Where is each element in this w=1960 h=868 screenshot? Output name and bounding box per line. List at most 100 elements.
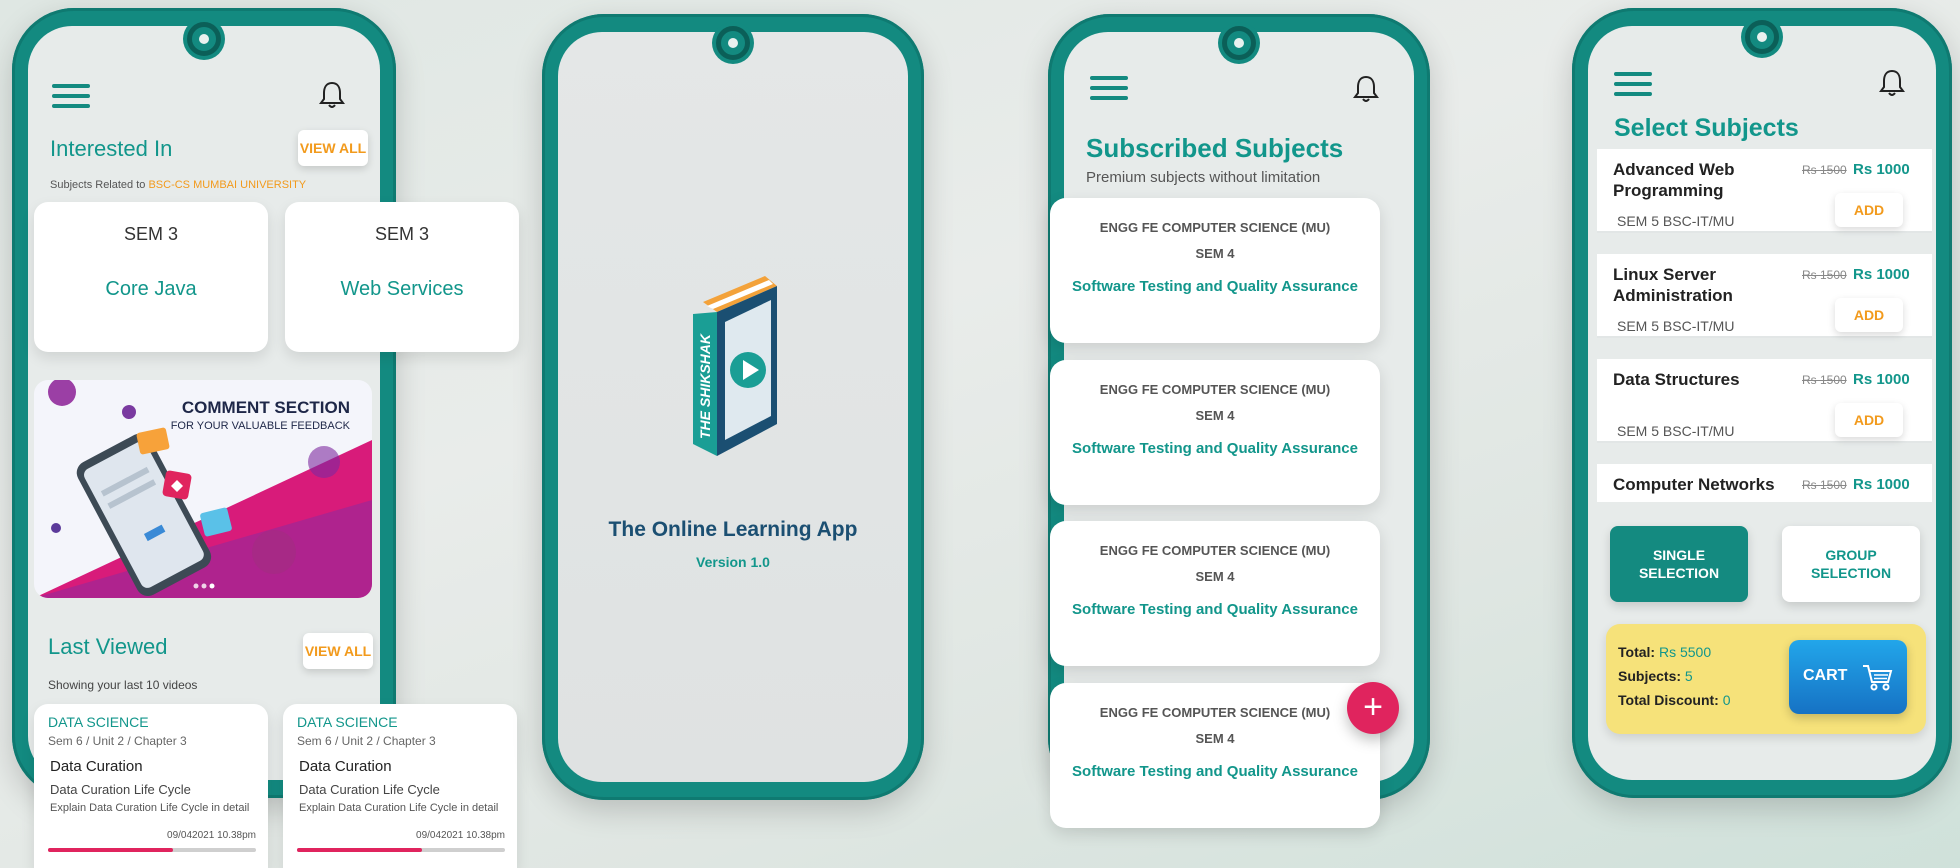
video-subtitle: Data Curation Life Cycle [50, 782, 191, 797]
subject-sem: SEM 5 BSC-IT/MU [1617, 213, 1735, 229]
discount-label: Total Discount: [1618, 692, 1719, 708]
card-subject: Software Testing and Quality Assurance [1072, 278, 1358, 295]
subject-sem: SEM 3 [374, 224, 430, 244]
subject-sem: SEM 5 BSC-IT/MU [1617, 318, 1735, 334]
subjects-line: Subjects: 5 [1618, 668, 1693, 684]
video-category: DATA SCIENCE [297, 714, 398, 730]
subject-row[interactable]: Linux Server Administration Rs 1500 Rs 1… [1597, 254, 1932, 338]
video-progress [297, 848, 505, 852]
discount-line: Total Discount: 0 [1618, 692, 1731, 708]
card-course: ENGG FE COMPUTER SCIENCE (MU) [1099, 705, 1331, 720]
bell-icon[interactable] [1352, 74, 1380, 104]
add-button[interactable]: ADD [1835, 193, 1903, 227]
group-label-line1: GROUP [1825, 547, 1877, 563]
video-path: Sem 6 / Unit 2 / Chapter 3 [297, 734, 436, 748]
group-label-line2: SELECTION [1810, 565, 1892, 581]
card-subject: Software Testing and Quality Assurance [1072, 601, 1358, 618]
menu-icon[interactable] [52, 84, 90, 110]
video-title: Data Curation [299, 758, 392, 775]
subject-name: Data Structures [1613, 370, 1740, 389]
bell-icon[interactable] [318, 80, 346, 110]
card-sem: SEM 4 [1195, 408, 1235, 423]
subscribed-card[interactable]: ENGG FE COMPUTER SCIENCE (MU) SEM 4 Soft… [1050, 683, 1380, 828]
old-price: Rs 1500 [1802, 268, 1847, 282]
single-selection-button[interactable]: SINGLE SELECTION [1610, 526, 1748, 602]
subtitle-prefix: Subjects Related to [50, 179, 149, 191]
cart-icon [1863, 665, 1893, 691]
app-version: Version 1.0 [696, 554, 770, 570]
add-fab[interactable]: + [1347, 682, 1399, 734]
subscribed-card[interactable]: ENGG FE COMPUTER SCIENCE (MU) SEM 4 Soft… [1050, 360, 1380, 505]
subscribed-card[interactable]: ENGG FE COMPUTER SCIENCE (MU) SEM 4 Soft… [1050, 521, 1380, 666]
camera-notch [1222, 26, 1256, 60]
last-viewed-subtitle: Showing your last 10 videos [48, 678, 198, 692]
interested-title: Interested In [50, 136, 173, 161]
app-title: The Online Learning App [608, 518, 858, 541]
total-line: Total: Rs 5500 [1618, 644, 1711, 660]
video-progress-fill [48, 848, 173, 852]
subtitle-text: Subjects Related to BSC-CS MUMBAI UNIVER… [50, 179, 306, 191]
discount-value: 0 [1722, 692, 1731, 708]
cart-button[interactable]: CART [1789, 640, 1907, 714]
video-progress [48, 848, 256, 852]
subject-card[interactable]: SEM 3 Core Java [34, 202, 268, 352]
card-course: ENGG FE COMPUTER SCIENCE (MU) [1099, 543, 1331, 558]
order-summary: Total: Rs 5500 Subjects: 5 Total Discoun… [1606, 624, 1926, 734]
video-category: DATA SCIENCE [48, 714, 149, 730]
subject-name: Computer Networks [1613, 475, 1775, 494]
card-sem: SEM 4 [1195, 246, 1235, 261]
old-price: Rs 1500 [1802, 478, 1847, 492]
menu-icon[interactable] [1090, 76, 1128, 102]
price: Rs 1000 [1853, 476, 1910, 493]
subject-sem: SEM 3 [123, 224, 179, 244]
video-card[interactable]: DATA SCIENCE Sem 6 / Unit 2 / Chapter 3 … [283, 704, 517, 868]
subject-name: Advanced Web Programming [1613, 160, 1735, 200]
subscribed-card[interactable]: ENGG FE COMPUTER SCIENCE (MU) SEM 4 Soft… [1050, 198, 1380, 343]
group-selection-button[interactable]: GROUP SELECTION [1782, 526, 1920, 602]
single-label-line1: SINGLE [1652, 547, 1706, 563]
total-label: Total: [1618, 644, 1656, 660]
video-subtitle: Data Curation Life Cycle [299, 782, 440, 797]
price: Rs 1000 [1853, 161, 1910, 178]
camera-notch [716, 26, 750, 60]
old-price: Rs 1500 [1802, 163, 1847, 177]
comment-banner[interactable]: COMMENT SECTION FOR YOUR VALUABLE FEEDBA… [34, 380, 372, 598]
banner-title: COMMENT SECTION [181, 398, 350, 417]
old-price: Rs 1500 [1802, 373, 1847, 387]
camera-notch [1745, 20, 1779, 54]
splash-screen: THE SHIKSHAK The Online Learning App Ver… [558, 32, 908, 782]
card-subject: Software Testing and Quality Assurance [1072, 763, 1358, 780]
cart-label: CART [1803, 667, 1848, 684]
page-title: Select Subjects [1614, 114, 1799, 142]
subtitle-highlight: BSC-CS MUMBAI UNIVERSITY [148, 179, 307, 191]
video-card[interactable]: DATA SCIENCE Sem 6 / Unit 2 / Chapter 3 … [34, 704, 268, 868]
menu-icon[interactable] [1614, 72, 1652, 98]
bell-icon[interactable] [1878, 68, 1906, 98]
card-subject: Software Testing and Quality Assurance [1072, 440, 1358, 457]
card-sem: SEM 4 [1195, 569, 1235, 584]
subject-row[interactable]: Computer Networks Rs 1500 Rs 1000 [1597, 464, 1932, 502]
last-viewed-title: Last Viewed [48, 634, 168, 659]
video-date: 09/042021 10.38pm [416, 830, 505, 841]
video-date: 09/042021 10.38pm [167, 830, 256, 841]
camera-notch [187, 22, 221, 56]
card-sem: SEM 4 [1195, 731, 1235, 746]
price: Rs 1000 [1853, 371, 1910, 388]
last-viewed-view-all-button[interactable]: VIEW ALL [303, 633, 373, 669]
subject-row[interactable]: Advanced Web Programming Rs 1500 Rs 1000… [1597, 149, 1932, 233]
subject-row[interactable]: Data Structures Rs 1500 Rs 1000 SEM 5 BS… [1597, 359, 1932, 443]
subject-name: Web Services [340, 278, 464, 300]
add-button[interactable]: ADD [1835, 403, 1903, 437]
add-button[interactable]: ADD [1835, 298, 1903, 332]
video-progress-fill [297, 848, 422, 852]
subject-sem: SEM 5 BSC-IT/MU [1617, 423, 1735, 439]
video-title: Data Curation [50, 758, 143, 775]
subject-card[interactable]: SEM 3 Web Services [285, 202, 519, 352]
video-description: Explain Data Curation Life Cycle in deta… [50, 802, 250, 814]
video-path: Sem 6 / Unit 2 / Chapter 3 [48, 734, 187, 748]
card-course: ENGG FE COMPUTER SCIENCE (MU) [1099, 382, 1331, 397]
price: Rs 1000 [1853, 266, 1910, 283]
subject-name: Linux Server Administration [1613, 265, 1733, 305]
page-title: Subscribed Subjects [1086, 133, 1344, 163]
view-all-button[interactable]: VIEW ALL [298, 130, 368, 166]
